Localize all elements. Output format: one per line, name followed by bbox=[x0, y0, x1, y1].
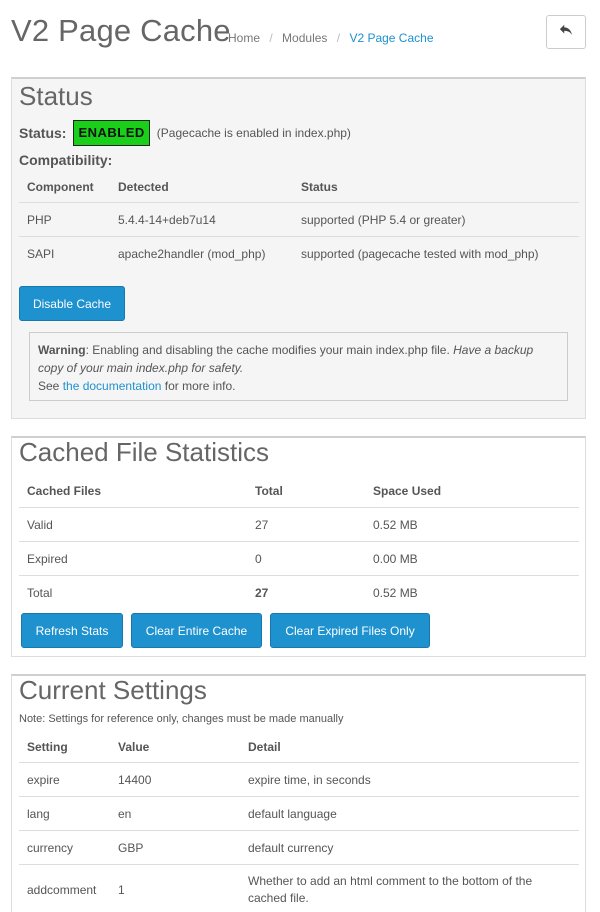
reply-arrow-icon bbox=[559, 23, 573, 42]
status-heading: Status bbox=[19, 81, 93, 111]
table-cell: 1 bbox=[118, 883, 125, 897]
table-cell: Total bbox=[27, 586, 53, 600]
table-row: expire 14400 expire time, in seconds bbox=[19, 763, 579, 797]
table-cell: expire bbox=[27, 772, 60, 787]
compatibility-table: Component Detected Status PHP 5.4.4-14+d… bbox=[19, 171, 579, 271]
table-cell: supported (PHP 5.4 or greater) bbox=[301, 212, 466, 227]
table-cell: GBP bbox=[118, 840, 144, 855]
table-cell: Expired bbox=[27, 551, 68, 566]
table-cell: 0.52 MB bbox=[373, 586, 418, 600]
breadcrumb-modules[interactable]: Modules bbox=[282, 31, 327, 45]
breadcrumb: Home / Modules / V2 Page Cache bbox=[228, 31, 434, 45]
table-cell: 0 bbox=[255, 551, 262, 566]
column-header: Detected bbox=[118, 179, 169, 194]
table-cell: 27 bbox=[255, 586, 269, 600]
table-header-row: Component Detected Status bbox=[19, 171, 579, 203]
table-header-row: Setting Value Detail bbox=[19, 731, 579, 763]
column-header: Setting bbox=[27, 739, 68, 754]
status-panel: Status Status: ENABLED (Pagecache is ena… bbox=[11, 77, 586, 419]
breadcrumb-home[interactable]: Home bbox=[228, 31, 260, 45]
breadcrumb-current[interactable]: V2 Page Cache bbox=[349, 31, 433, 45]
table-row: Valid 27 0.52 MB bbox=[19, 508, 579, 542]
page: V2 Page Cache Home / Modules / V2 Page C… bbox=[0, 0, 600, 912]
table-row: lang en default language bbox=[19, 797, 579, 831]
warning-text: : Enabling and disabling the cache modif… bbox=[85, 343, 454, 357]
table-row: PHP 5.4.4-14+deb7u14 supported (PHP 5.4 … bbox=[19, 203, 579, 237]
disable-cache-button[interactable]: Disable Cache bbox=[19, 286, 125, 321]
table-cell: 14400 bbox=[118, 772, 152, 787]
table-row: SAPI apache2handler (mod_php) supported … bbox=[19, 237, 579, 271]
back-button[interactable] bbox=[546, 15, 586, 49]
page-header: V2 Page Cache Home / Modules / V2 Page C… bbox=[0, 0, 600, 70]
table-cell: supported (pagecache tested with mod_php… bbox=[301, 247, 539, 261]
clear-expired-files-button[interactable]: Clear Expired Files Only bbox=[270, 613, 430, 648]
warning-box: Warning: Enabling and disabling the cach… bbox=[29, 332, 568, 401]
settings-table: Setting Value Detail expire 14400 expire… bbox=[19, 731, 579, 912]
table-header-row: Cached Files Total Space Used bbox=[19, 475, 579, 508]
warning-after-link: for more info. bbox=[161, 379, 236, 393]
table-cell: addcomment bbox=[27, 883, 97, 897]
table-cell: Valid bbox=[27, 517, 53, 532]
column-header: Detail bbox=[248, 739, 281, 754]
stats-heading: Cached File Statistics bbox=[19, 437, 269, 467]
warning-see: See bbox=[38, 379, 63, 393]
table-cell: 5.4.4-14+deb7u14 bbox=[118, 212, 216, 227]
status-line: Status: ENABLED (Pagecache is enabled in… bbox=[19, 119, 351, 147]
settings-panel: Current Settings Note: Settings for refe… bbox=[11, 674, 586, 912]
table-cell: Whether to add an html comment to the bo… bbox=[248, 874, 533, 905]
column-header: Status bbox=[301, 179, 338, 194]
table-cell: SAPI bbox=[27, 247, 55, 261]
table-cell: lang bbox=[27, 806, 50, 821]
refresh-stats-button[interactable]: Refresh Stats bbox=[21, 613, 123, 648]
settings-heading: Current Settings bbox=[19, 675, 207, 705]
table-cell: apache2handler (mod_php) bbox=[118, 247, 266, 261]
table-row: currency GBP default currency bbox=[19, 831, 579, 865]
stats-table: Cached Files Total Space Used Valid 27 0… bbox=[19, 475, 579, 610]
stats-panel: Cached File Statistics Cached Files Tota… bbox=[11, 436, 586, 657]
table-row-total: Total 27 0.52 MB bbox=[19, 576, 579, 610]
table-cell: 27 bbox=[255, 517, 269, 532]
table-row: Expired 0 0.00 MB bbox=[19, 542, 579, 576]
warning-label: Warning bbox=[38, 343, 86, 357]
table-cell: en bbox=[118, 806, 132, 821]
column-header: Component bbox=[27, 179, 94, 194]
column-header: Space Used bbox=[373, 484, 442, 498]
table-cell: 0.00 MB bbox=[373, 551, 418, 566]
breadcrumb-separator: / bbox=[269, 31, 273, 45]
table-cell: 0.52 MB bbox=[373, 517, 418, 532]
compatibility-label: Compatibility: bbox=[19, 152, 113, 168]
table-cell: expire time, in seconds bbox=[248, 772, 371, 787]
status-note: (Pagecache is enabled in index.php) bbox=[156, 126, 351, 140]
documentation-link[interactable]: the documentation bbox=[63, 379, 162, 393]
status-badge: ENABLED bbox=[73, 120, 150, 146]
table-cell: default language bbox=[248, 806, 337, 821]
status-label: Status: bbox=[19, 125, 67, 141]
table-cell: default currency bbox=[248, 840, 334, 855]
column-header: Cached Files bbox=[27, 484, 102, 498]
table-cell: PHP bbox=[27, 212, 52, 227]
page-title: V2 Page Cache bbox=[11, 13, 231, 48]
column-header: Total bbox=[255, 484, 283, 498]
breadcrumb-separator: / bbox=[336, 31, 341, 45]
clear-entire-cache-button[interactable]: Clear Entire Cache bbox=[131, 613, 262, 648]
table-row: addcomment 1 Whether to add an html comm… bbox=[19, 865, 579, 912]
settings-note: Note: Settings for reference only, chang… bbox=[19, 713, 344, 725]
column-header: Value bbox=[118, 739, 150, 754]
table-cell: currency bbox=[27, 840, 74, 855]
